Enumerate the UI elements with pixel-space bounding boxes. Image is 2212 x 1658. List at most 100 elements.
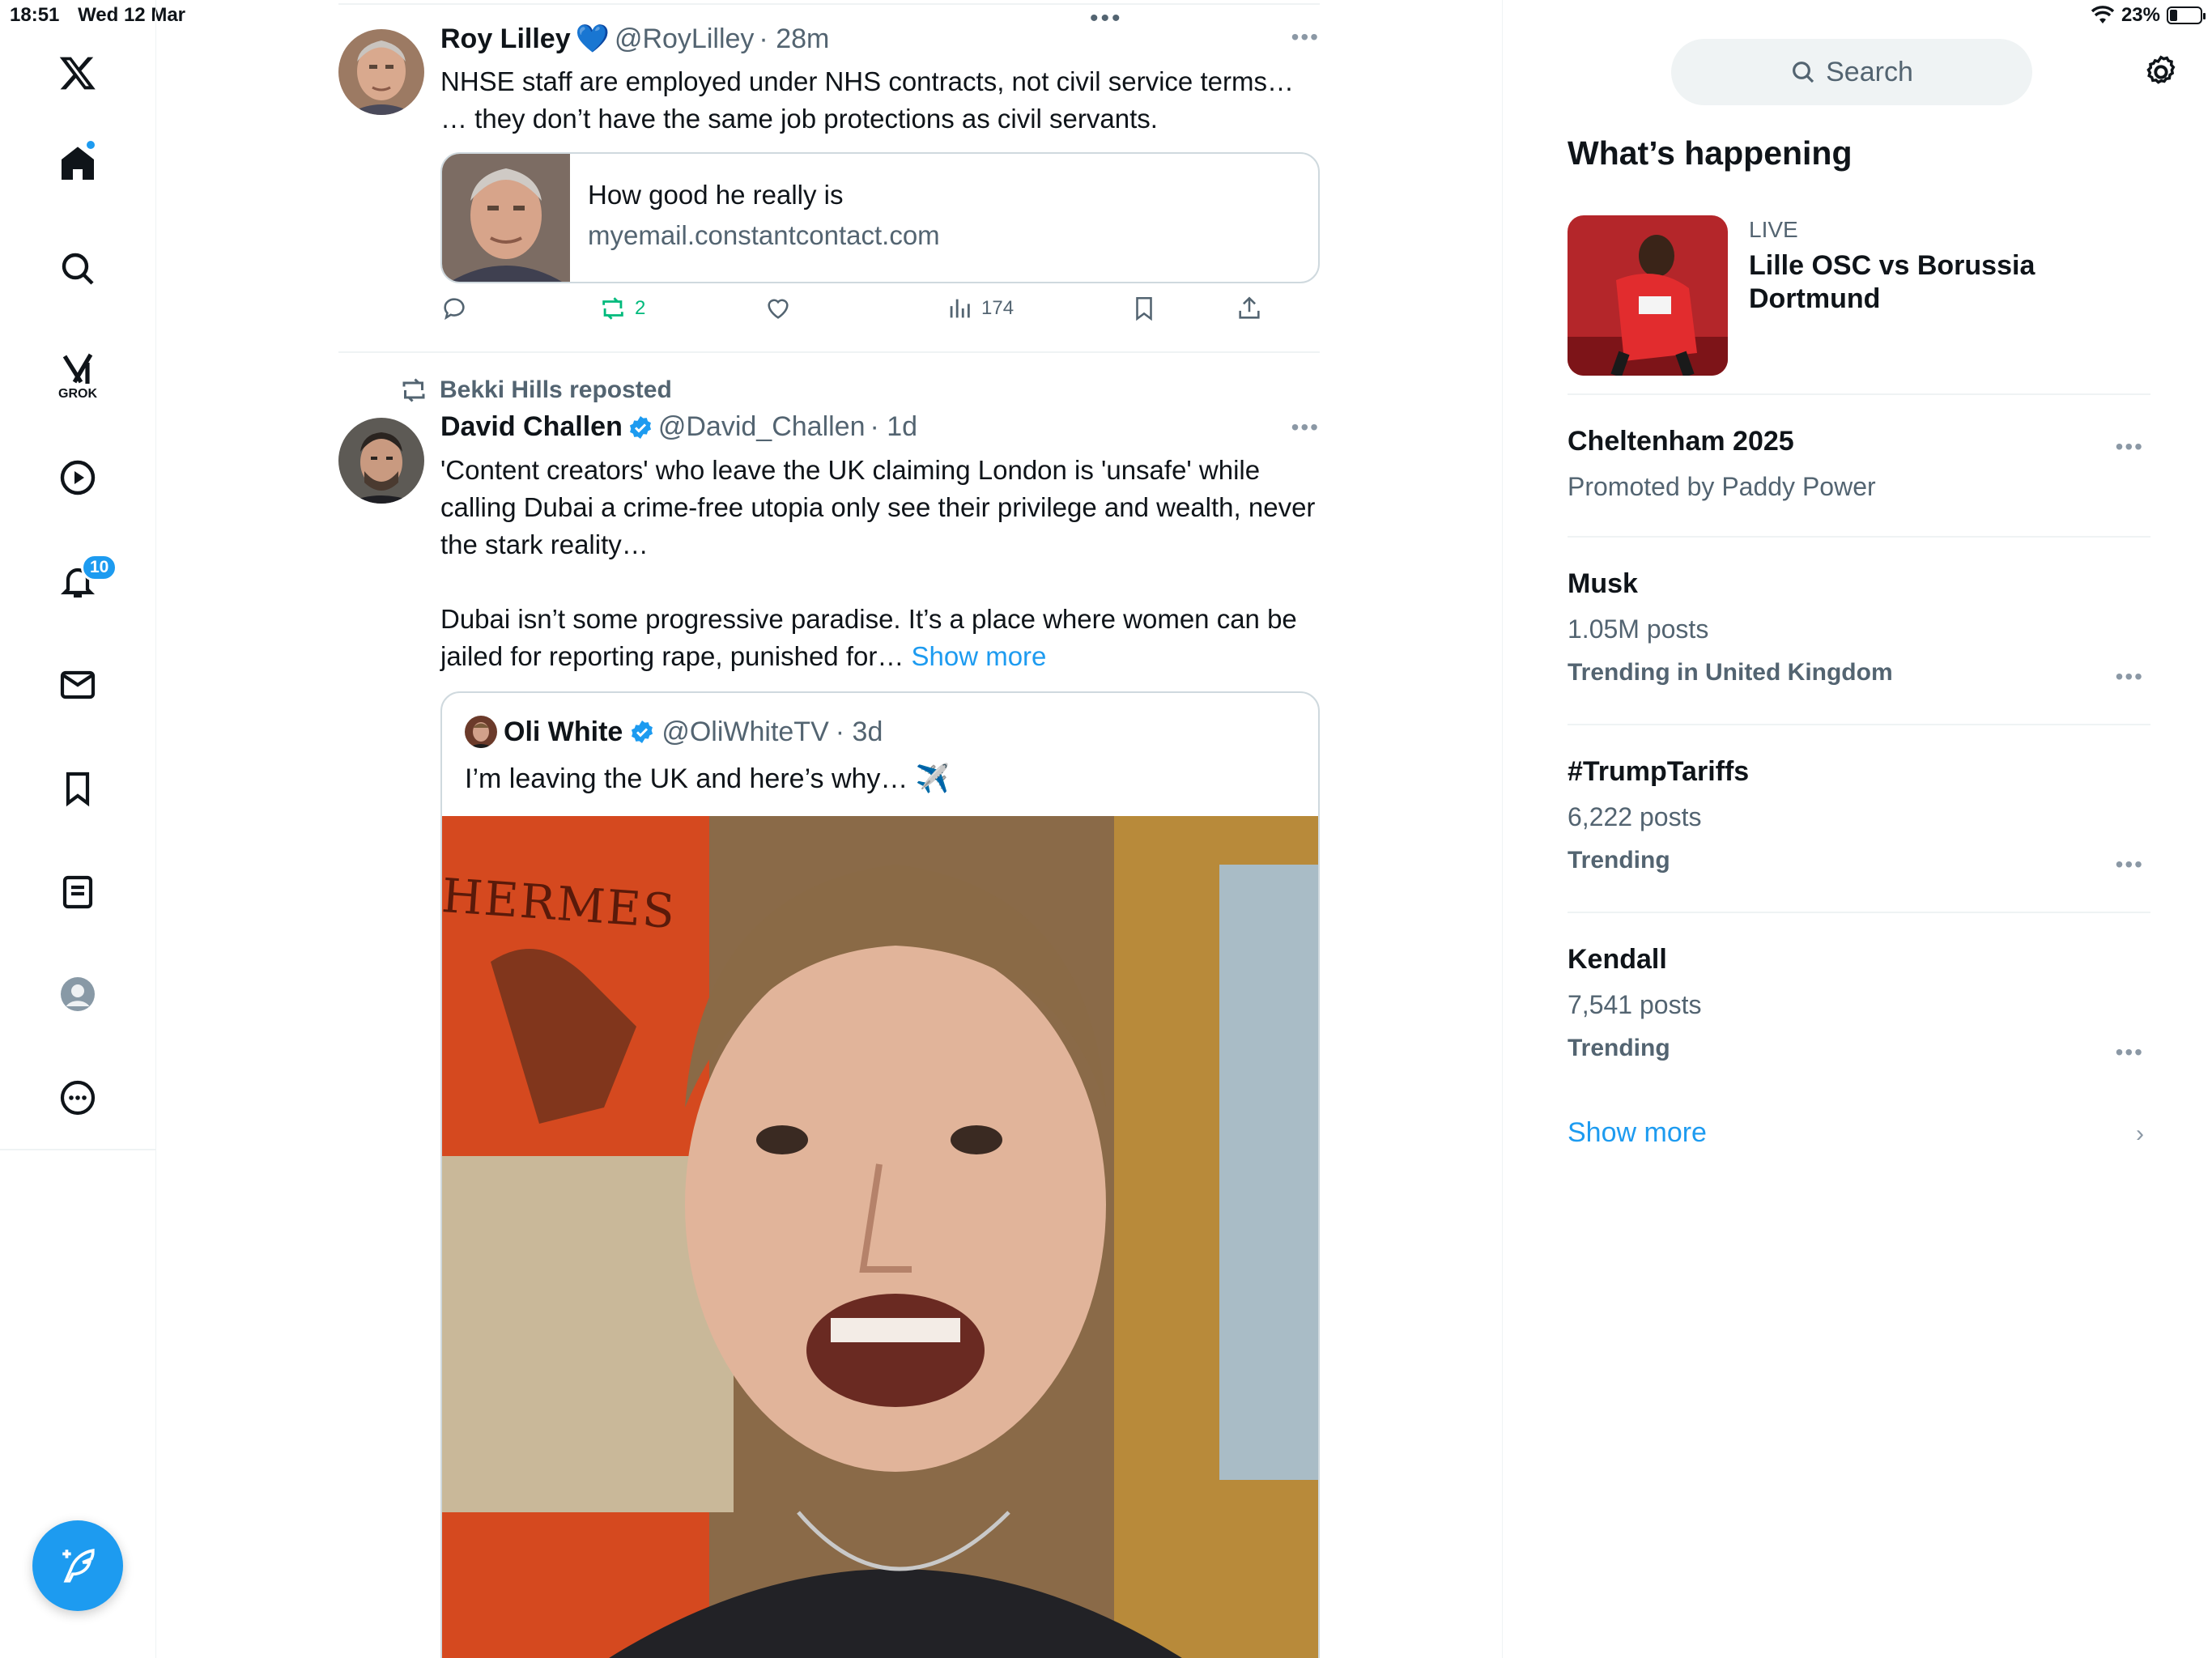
tweet-text-body: 'Content creators' who leave the UK clai… [440, 455, 1316, 671]
repost-icon [602, 297, 623, 320]
trend-subtitle: Promoted by Paddy Power [1568, 472, 1876, 501]
tweet-divider [338, 351, 1320, 353]
profile-icon[interactable] [47, 963, 108, 1025]
link-card[interactable]: How good he really is myemail.constantco… [440, 152, 1320, 283]
tweet-time: · 1d [870, 411, 918, 442]
quoted-author-name[interactable]: Oli White [504, 716, 623, 748]
trend-category: Trending [1568, 1035, 1670, 1061]
tweet-text: 'Content creators' who leave the UK clai… [440, 452, 1323, 675]
quoted-author-handle[interactable]: @OliWhiteTV [661, 716, 828, 748]
repost-context[interactable]: Bekki Hills reposted [399, 376, 672, 405]
trend-subtitle: 7,541 posts [1568, 990, 1702, 1019]
quoted-tweet-text: I’m leaving the UK and here’s why… ✈️ [465, 763, 951, 794]
trend-more-button[interactable]: ••• [2116, 664, 2144, 690]
search-placeholder: Search [1826, 56, 1913, 87]
live-event-thumbnail [1568, 215, 1728, 376]
grok-label: GROK [58, 387, 97, 401]
trend-category: Trending in United Kingdom [1568, 659, 1893, 686]
repost-context-icon [402, 378, 425, 402]
trend-divider [1568, 393, 2150, 395]
notifications-badge: 10 [81, 554, 118, 581]
lists-icon[interactable] [47, 861, 108, 923]
bookmarks-icon[interactable] [47, 758, 108, 819]
settings-gear-icon[interactable] [2142, 53, 2180, 91]
reply-button[interactable] [440, 295, 468, 322]
author-handle[interactable]: @David_Challen [658, 411, 866, 443]
avatar-roy-lilley[interactable] [338, 29, 424, 115]
blue-heart-emoji: 💙 [575, 23, 610, 54]
bookmark-button[interactable] [1130, 295, 1158, 322]
link-card-domain: myemail.constantcontact.com [588, 220, 940, 250]
live-label: LIVE [1749, 217, 1798, 242]
tweet-actions: 2 174 [440, 295, 1260, 335]
quoted-tweet-time: · 3d [835, 716, 883, 747]
sidebar-show-more-link[interactable]: Show more [1568, 1117, 1707, 1149]
trend-more-button[interactable]: ••• [2116, 1039, 2144, 1065]
tweet-time: · 28m [759, 23, 830, 54]
author-handle[interactable]: @RoyLilley [615, 23, 754, 55]
trend-item[interactable]: Kendall 7,541 posts Trending ••• [1568, 944, 2150, 1065]
share-icon [1239, 296, 1260, 319]
video-icon[interactable] [47, 447, 108, 508]
messages-icon[interactable] [47, 654, 108, 716]
feather-plus-icon [62, 1549, 95, 1583]
quoted-video[interactable]: HERMES [442, 816, 1318, 1658]
author-name[interactable]: David Challen [440, 411, 623, 443]
x-logo-icon[interactable] [47, 42, 108, 104]
trend-title: Musk [1568, 568, 1638, 599]
more-options-icon[interactable] [47, 1067, 108, 1129]
avatar-david-challen[interactable] [338, 418, 424, 504]
repost-context-label: Bekki Hills reposted [440, 376, 672, 403]
share-button[interactable] [1236, 295, 1263, 322]
tweet-more-button[interactable]: ••• [1291, 24, 1320, 50]
trend-subtitle: 6,222 posts [1568, 802, 1702, 831]
views-button[interactable]: 174 [946, 295, 1014, 322]
home-unread-dot [85, 139, 96, 151]
tweet-text: NHSE staff are employed under NHS contra… [440, 66, 1294, 134]
search-icon [1793, 62, 1814, 83]
live-event[interactable]: LIVE Lille OSC vs Borussia Dortmund [1568, 215, 2150, 377]
repost-button[interactable]: 2 [599, 295, 645, 322]
tweet-more-button[interactable]: ••• [1291, 414, 1320, 440]
home-icon[interactable] [47, 133, 108, 194]
avatar-oli-white[interactable] [465, 716, 497, 748]
views-chart-icon [950, 299, 970, 318]
trend-divider [1568, 912, 2150, 913]
trend-item[interactable]: #TrumpTariffs 6,222 posts Trending ••• [1568, 756, 2150, 877]
search-input[interactable]: Search [1671, 39, 2032, 105]
search-icon[interactable] [47, 238, 108, 300]
author-name[interactable]: Roy Lilley [440, 23, 571, 55]
timeline: Roy Lilley 💙 @RoyLilley · 28m ••• NHSE s… [338, 0, 1320, 1658]
compose-post-button[interactable] [32, 1520, 123, 1611]
reply-icon [444, 298, 465, 321]
timeline-top-divider [338, 3, 1320, 5]
trend-divider [1568, 536, 2150, 538]
bookmark-icon [1136, 296, 1152, 321]
trend-item[interactable]: Musk 1.05M posts Trending in United King… [1568, 568, 2150, 690]
views-count: 174 [981, 297, 1015, 319]
trend-subtitle: 1.05M posts [1568, 614, 1709, 644]
trend-title: Kendall [1568, 944, 1667, 975]
left-nav: GROK 10 [0, 0, 156, 1658]
repost-count: 2 [635, 297, 646, 319]
link-card-title: How good he really is [588, 180, 844, 210]
heart-icon [768, 299, 789, 319]
section-title: What’s happening [1568, 134, 1853, 172]
trend-title: Cheltenham 2025 [1568, 426, 1794, 457]
link-card-thumbnail [442, 154, 570, 282]
quoted-tweet[interactable]: Oli White @OliWhiteTV · 3d I’m leaving t… [440, 691, 1320, 1658]
trend-title: #TrumpTariffs [1568, 756, 1750, 787]
trend-more-button[interactable]: ••• [2116, 434, 2144, 460]
verified-badge-icon [629, 719, 655, 745]
trend-category: Trending [1568, 847, 1670, 874]
right-sidebar: Search What’s happening LIVE Lille OSC v… [1502, 0, 2212, 1658]
trend-more-button[interactable]: ••• [2116, 852, 2144, 878]
show-more-link[interactable]: Show more [912, 641, 1047, 671]
chevron-right-icon: › [2136, 1120, 2144, 1147]
nav-divider [0, 1149, 156, 1150]
verified-badge-icon [627, 414, 653, 440]
live-event-title: Lille OSC vs Borussia Dortmund [1749, 250, 2035, 314]
trend-divider [1568, 724, 2150, 725]
like-button[interactable] [764, 295, 792, 322]
trend-item[interactable]: Cheltenham 2025 Promoted by Paddy Power … [1568, 426, 2150, 502]
